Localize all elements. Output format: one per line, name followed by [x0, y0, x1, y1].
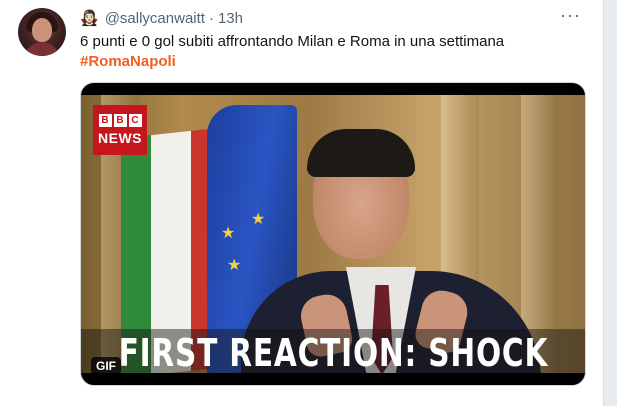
avatar[interactable]: [18, 8, 66, 56]
more-options-icon[interactable]: ···: [560, 6, 581, 24]
avatar-face: [32, 18, 52, 42]
caption-text: FIRST REACTION: SHOCK: [118, 331, 548, 373]
bbc-news-logo: B B C NEWS: [93, 105, 147, 155]
tweet-timestamp[interactable]: 13h: [218, 10, 243, 27]
logo-word: NEWS: [98, 130, 142, 146]
author-emoji: 🧛🏻‍♀️: [80, 10, 99, 27]
tweet-header: 🧛🏻‍♀️ @sallycanwaitt · 13h: [80, 8, 243, 28]
gif-badge: GIF: [91, 357, 121, 375]
hashtag-link[interactable]: #RomaNapoli: [80, 52, 580, 72]
eu-star-icon: ★: [227, 257, 242, 274]
avatar-body: [24, 42, 60, 56]
header-separator: ·: [208, 9, 214, 27]
tweet-card[interactable]: 🧛🏻‍♀️ @sallycanwaitt · 13h ··· 6 punti e…: [0, 0, 604, 406]
eu-star-icon: ★: [251, 211, 266, 228]
person-hair: [307, 129, 415, 177]
tweet-text: 6 punti e 0 gol subiti affrontando Milan…: [80, 32, 580, 72]
gif-frame: ★ ★ ★ B B C NEWS FIRST REACTION: SHOCK: [81, 95, 585, 373]
logo-letter: B: [113, 114, 127, 127]
logo-letter: B: [98, 114, 112, 127]
eu-star-icon: ★: [221, 225, 236, 242]
gif-caption: FIRST REACTION: SHOCK: [81, 329, 585, 373]
tweet-body: 6 punti e 0 gol subiti affrontando Milan…: [80, 33, 505, 50]
logo-letter: C: [128, 114, 142, 127]
gif-media[interactable]: ★ ★ ★ B B C NEWS FIRST REACTION: SHOCK G…: [80, 82, 586, 386]
author-handle[interactable]: @sallycanwaitt: [105, 10, 205, 27]
